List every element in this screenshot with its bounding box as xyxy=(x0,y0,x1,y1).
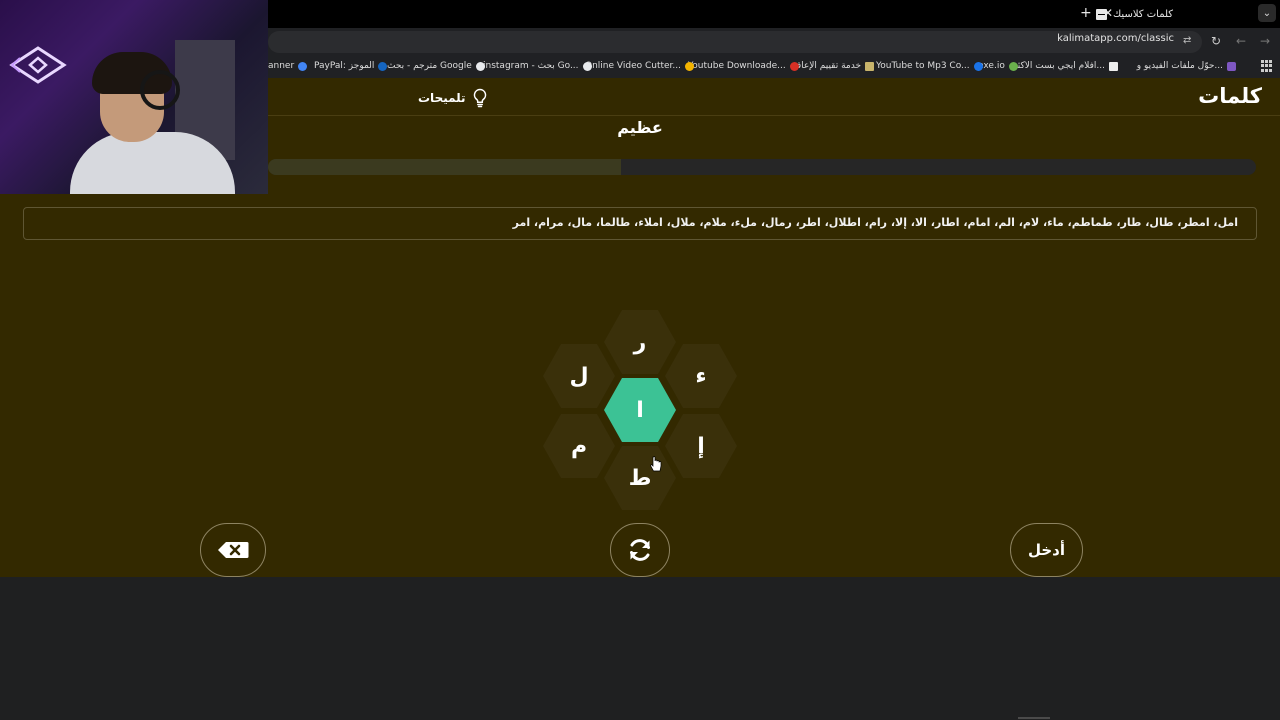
bookmark-favicon-icon xyxy=(685,61,695,71)
bookmark-favicon-icon xyxy=(1008,61,1018,71)
app-logo[interactable]: كلمات xyxy=(1198,84,1262,108)
bookmark-item[interactable]: Online Video Cutter... xyxy=(585,61,695,71)
page-bottom-area xyxy=(0,577,1280,720)
score-progress-fill xyxy=(268,159,621,175)
webcam-overlay xyxy=(0,0,268,194)
score-progress-bar xyxy=(268,159,1256,175)
hints-label: تلميحات xyxy=(418,91,466,105)
bookmark-favicon-icon xyxy=(298,61,308,71)
shuffle-button[interactable] xyxy=(610,523,670,577)
reload-icon[interactable]: ↻ xyxy=(1211,35,1221,47)
mouse-cursor-icon xyxy=(650,456,662,472)
bookmark-favicon-icon xyxy=(973,61,983,71)
all-bookmarks-icon[interactable] xyxy=(1261,60,1273,72)
bookmark-favicon-icon xyxy=(1109,61,1118,71)
bookmark-favicon-icon xyxy=(789,61,799,71)
lightbulb-icon xyxy=(473,88,486,108)
backspace-icon xyxy=(218,542,249,558)
bookmark-favicon-icon xyxy=(865,61,875,71)
bookmark-item[interactable]: YouTube to Mp3 Co... xyxy=(876,61,983,71)
bookmark-favicon-icon xyxy=(1227,61,1236,71)
bookmark-item[interactable]: anner xyxy=(268,61,308,71)
tab-search-chevron-icon[interactable]: ⌄ xyxy=(1258,4,1276,22)
back-arrow-icon[interactable]: ← xyxy=(1236,35,1246,47)
bookmark-item[interactable]: مترجم - بحث Google xyxy=(387,61,485,71)
url-text[interactable]: kalimatapp.com/classic xyxy=(1057,33,1174,44)
paypal-icon xyxy=(378,61,388,71)
google-icon xyxy=(582,61,592,71)
browser-tab[interactable]: كلمات كلاسيك xyxy=(1096,2,1256,26)
hints-button[interactable]: تلميحات xyxy=(418,87,488,109)
tab-title: كلمات كلاسيك xyxy=(1113,8,1174,20)
bookmark-item[interactable]: PayPal: الموجز xyxy=(314,61,388,71)
delete-button[interactable] xyxy=(200,523,266,577)
bookmark-item[interactable]: Youtube Downloade... xyxy=(688,61,799,71)
bookmark-item[interactable]: instagram - بحث Go... xyxy=(483,61,592,71)
forward-arrow-icon[interactable]: → xyxy=(1260,35,1270,47)
close-tab-icon[interactable]: ✕ xyxy=(1103,7,1113,19)
bookmark-item[interactable]: افلام ايجي بست الاكثر... xyxy=(1013,61,1118,71)
google-icon xyxy=(475,61,485,71)
bookmark-item[interactable]: exe.io xyxy=(978,61,1018,71)
enter-button[interactable]: أدخل xyxy=(1010,523,1083,577)
site-settings-icon[interactable]: ⇄ xyxy=(1183,36,1195,46)
found-words-list[interactable]: امل، امطر، طال، طار، طماطم، ماء، لام، ال… xyxy=(23,207,1257,240)
rank-label: عظيم xyxy=(617,118,663,137)
scrollbar-thumb[interactable] xyxy=(1018,717,1050,719)
shuffle-icon xyxy=(630,539,650,561)
bookmark-item[interactable]: خدمة تقييم الإعاقة xyxy=(792,61,875,71)
headphones-icon xyxy=(140,70,180,110)
neon-logo-icon xyxy=(9,46,67,84)
new-tab-icon[interactable]: + xyxy=(1080,6,1092,20)
bookmark-item[interactable]: حوّل ملفات الفيديو و... xyxy=(1137,61,1236,71)
